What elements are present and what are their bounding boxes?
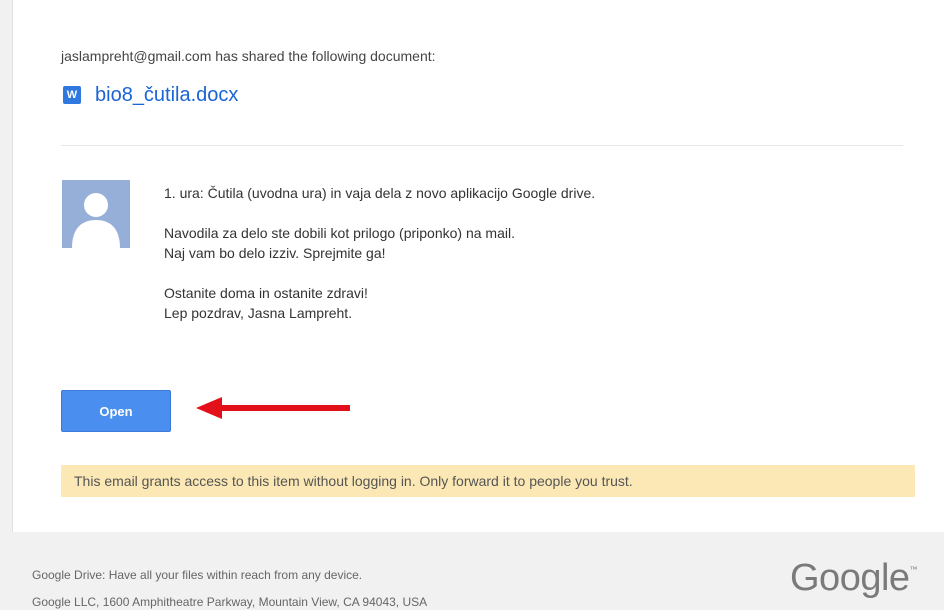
footer-tagline: Google Drive: Have all your files within… — [32, 568, 363, 582]
document-link[interactable]: bio8_čutila.docx — [95, 84, 238, 107]
google-logo-text: Google — [790, 557, 910, 599]
message-line: 1. ura: Čutila (uvodna ura) in vaja dela… — [164, 185, 596, 201]
trademark-symbol: ™ — [909, 565, 918, 574]
google-logo: Google™ — [790, 557, 918, 600]
message-body: 1. ura: Čutila (uvodna ura) in vaja dela… — [164, 183, 864, 323]
sharer-line: jaslampreht@gmail.com has shared the fol… — [61, 48, 436, 64]
message-line: Ostanite doma in ostanite zdravi! — [164, 285, 368, 301]
access-notice: This email grants access to this item wi… — [61, 465, 915, 497]
person-silhouette-icon — [62, 180, 130, 248]
shared-document-row[interactable]: W bio8_čutila.docx — [63, 83, 238, 107]
message-line: Navodila za delo ste dobili kot prilogo … — [164, 225, 515, 241]
message-paragraph: 1. ura: Čutila (uvodna ura) in vaja dela… — [164, 183, 864, 203]
message-line: Lep pozdrav, Jasna Lampreht. — [164, 305, 353, 321]
footer-address: Google LLC, 1600 Amphitheatre Parkway, M… — [32, 595, 428, 609]
message-paragraph: Ostanite doma in ostanite zdravi! Lep po… — [164, 283, 864, 323]
word-doc-icon: W — [63, 86, 81, 104]
red-arrow-icon — [196, 397, 350, 419]
message-paragraph: Navodila za delo ste dobili kot prilogo … — [164, 223, 864, 263]
avatar — [62, 180, 130, 248]
message-line: Naj vam bo delo izziv. Sprejmite ga! — [164, 245, 386, 261]
divider — [61, 145, 903, 146]
email-card: jaslampreht@gmail.com has shared the fol… — [12, 0, 944, 532]
open-button[interactable]: Open — [61, 390, 171, 432]
